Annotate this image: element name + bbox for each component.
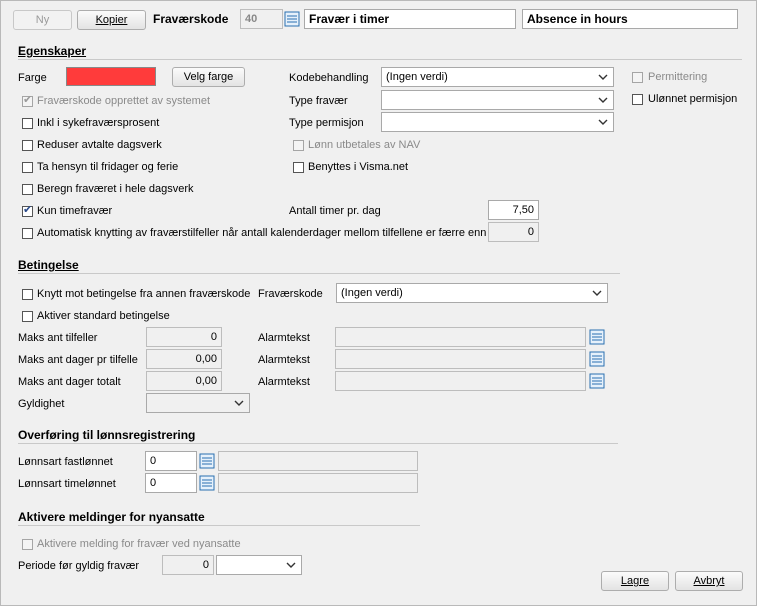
chevron-down-icon [592,290,602,296]
auto-link-days-field[interactable]: 0 [488,222,539,242]
auto-link-label: Automatisk knytting av fraværstilfeller … [37,227,487,239]
period-label: Periode før gyldig fravær [18,560,140,572]
alarm-label: Alarmtekst [258,354,310,366]
absence-type-select[interactable] [381,90,614,110]
include-sick-label: Inkl i sykefraværsprosent [37,117,160,129]
name-en-field[interactable]: Absence in hours [522,9,738,29]
alarm-field-1[interactable] [335,327,586,347]
system-created-label: Fraværskode opprettet av systemet [37,95,211,107]
hourly-wage-field[interactable]: 0 [145,473,197,493]
cancel-button[interactable]: Avbryt [675,571,743,591]
properties-section-title: Egenskaper [18,44,87,58]
condition-divider [18,273,620,274]
chevron-down-icon [598,74,608,80]
unpaid-leave-label: Ulønnet permisjon [648,93,738,105]
period-unit-select[interactable] [216,555,302,575]
max-days-total-field[interactable]: 0,00 [146,371,222,391]
max-cases-field[interactable]: 0 [146,327,222,347]
newhire-activate-checkbox [22,539,33,550]
absence-type-label: Type fravær [289,95,348,107]
code-field[interactable]: 40 [240,9,283,29]
hours-per-day-label: Antall timer pr. dag [289,205,381,217]
hourly-only-label: Kun timefravær [37,205,113,217]
max-days-total-label: Maks ant dager totalt [18,376,121,388]
leave-type-label: Type permisjon [289,117,364,129]
list-icon[interactable] [589,351,605,367]
condition-section-title: Betingelse [18,258,79,272]
unpaid-leave-checkbox[interactable] [632,94,643,105]
color-label: Farge [18,72,47,84]
fixed-wage-label: Lønnsart fastlønnet [18,456,113,468]
link-other-label: Knytt mot betingelse fra annen fraværsko… [37,288,251,300]
validity-label: Gyldighet [18,398,65,410]
activate-std-label: Aktiver standard betingelse [37,310,170,322]
list-icon[interactable] [199,475,215,491]
visma-checkbox[interactable] [293,162,304,173]
chevron-down-icon [598,119,608,125]
visma-label: Benyttes i Visma.net [308,161,409,173]
list-icon[interactable] [199,453,215,469]
condition-code-label: Fraværskode [258,288,323,300]
payroll-divider [18,443,618,444]
new-button[interactable]: Ny [13,10,72,30]
name-no-field[interactable]: Fravær i timer [304,9,516,29]
chevron-down-icon [598,97,608,103]
alarm-field-3[interactable] [335,371,586,391]
code-handling-select[interactable]: (Ingen verdi) [381,67,614,87]
include-sick-checkbox[interactable] [22,118,33,129]
list-icon[interactable] [589,329,605,345]
hourly-wage-name [218,473,418,493]
choose-color-button[interactable]: Velg farge [172,67,245,87]
condition-code-select[interactable]: (Ingen verdi) [336,283,608,303]
newhire-section-title: Aktivere meldinger for nyansatte [18,510,205,524]
max-days-per-case-label: Maks ant dager pr tilfelle [18,354,138,366]
properties-divider [18,59,742,60]
max-cases-label: Maks ant tilfeller [18,332,98,344]
holidays-label: Ta hensyn til fridager og ferie [37,161,179,173]
alarm-label: Alarmtekst [258,376,310,388]
fixed-wage-name [218,451,418,471]
color-swatch[interactable] [66,67,156,86]
hourly-wage-label: Lønnsart timelønnet [18,478,116,490]
auto-link-checkbox[interactable] [22,228,33,239]
nav-pay-checkbox [293,140,304,151]
reduce-workday-checkbox[interactable] [22,140,33,151]
save-button[interactable]: Lagre [601,571,669,591]
full-day-checkbox[interactable] [22,184,33,195]
alarm-field-2[interactable] [335,349,586,369]
activate-std-checkbox[interactable] [22,311,33,322]
list-icon[interactable] [589,373,605,389]
full-day-label: Beregn fraværet i hele dagsverk [37,183,194,195]
chevron-down-icon [234,400,244,406]
newhire-activate-label: Aktivere melding for fravær ved nyansatt… [37,538,241,550]
max-days-per-case-field[interactable]: 0,00 [146,349,222,369]
hourly-only-checkbox[interactable]: ✔ [22,204,33,217]
chevron-down-icon [286,562,296,568]
fixed-wage-field[interactable]: 0 [145,451,197,471]
layoff-checkbox [632,72,643,83]
holidays-checkbox[interactable] [22,162,33,173]
code-label: Fraværskode [153,12,229,26]
period-field[interactable]: 0 [162,555,214,575]
validity-select[interactable] [146,393,250,413]
payroll-section-title: Overføring til lønnsregistrering [18,428,196,442]
system-created-checkbox: ✔ [22,94,33,107]
list-icon[interactable] [284,11,300,27]
link-other-checkbox[interactable] [22,289,33,300]
hours-per-day-field[interactable]: 7,50 [488,200,539,220]
copy-button[interactable]: Kopier [77,10,146,30]
leave-type-select[interactable] [381,112,614,132]
nav-pay-label: Lønn utbetales av NAV [308,139,421,151]
layoff-label: Permittering [648,71,708,83]
code-handling-label: Kodebehandling [289,72,369,84]
alarm-label: Alarmtekst [258,332,310,344]
newhire-divider [18,525,420,526]
reduce-workday-label: Reduser avtalte dagsverk [37,139,162,151]
